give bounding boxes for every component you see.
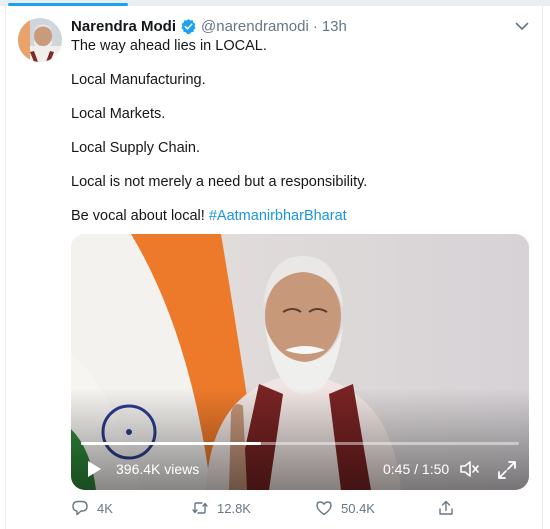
play-icon[interactable] xyxy=(83,458,105,480)
reply-button[interactable]: 4K xyxy=(71,499,113,517)
retweet-count: 12.8K xyxy=(217,500,251,516)
video-views: 396.4K views xyxy=(116,461,200,477)
like-button[interactable]: 50.4K xyxy=(315,499,375,517)
share-icon xyxy=(439,500,453,515)
verified-badge-icon xyxy=(181,18,196,34)
video-progress-bar[interactable] xyxy=(81,442,519,445)
tweet-text-prefix: Be vocal about local! xyxy=(71,208,209,224)
hashtag-link[interactable]: #AatmanirbharBharat xyxy=(209,208,347,224)
video-time: 0:45 / 1:50 xyxy=(383,461,450,477)
separator-dot: · xyxy=(312,17,318,35)
tweet-text-line: Local is not merely a need but a respons… xyxy=(71,174,368,190)
tweet-text-line: Local Markets. xyxy=(71,106,166,122)
video-frame xyxy=(71,234,529,490)
retweet-icon xyxy=(192,502,208,514)
tweet-actions: 4K 12.8K 50.4K xyxy=(71,499,471,519)
tab-indicator xyxy=(8,3,128,6)
tweet-header: Narendra Modi @narendramodi · 13h xyxy=(71,16,347,36)
frame-divider-left xyxy=(5,6,6,529)
author-handle[interactable]: @narendramodi xyxy=(201,18,309,35)
tweet-text-line: The way ahead lies in LOCAL. xyxy=(71,38,267,54)
frame-divider-right xyxy=(542,6,543,529)
video-player[interactable]: 396.4K views 0:45 / 1:50 xyxy=(71,234,529,490)
author-name[interactable]: Narendra Modi xyxy=(71,18,176,35)
chevron-down-icon[interactable] xyxy=(513,17,531,35)
share-button[interactable] xyxy=(437,499,463,517)
tweet-text-line-last: Be vocal about local! #AatmanirbharBhara… xyxy=(71,207,347,225)
tweet-text-line: Local Manufacturing. xyxy=(71,72,206,88)
heart-icon xyxy=(316,501,332,516)
volume-icon[interactable] xyxy=(459,459,481,479)
tweet-text-line: Local Supply Chain. xyxy=(71,140,200,156)
timestamp[interactable]: 13h xyxy=(322,18,347,35)
like-count: 50.4K xyxy=(341,500,375,516)
avatar[interactable] xyxy=(18,18,62,62)
reply-icon xyxy=(72,500,88,516)
video-progress-fill xyxy=(81,442,261,445)
retweet-button[interactable]: 12.8K xyxy=(191,499,251,517)
fullscreen-icon[interactable] xyxy=(496,459,518,481)
reply-count: 4K xyxy=(97,500,113,516)
